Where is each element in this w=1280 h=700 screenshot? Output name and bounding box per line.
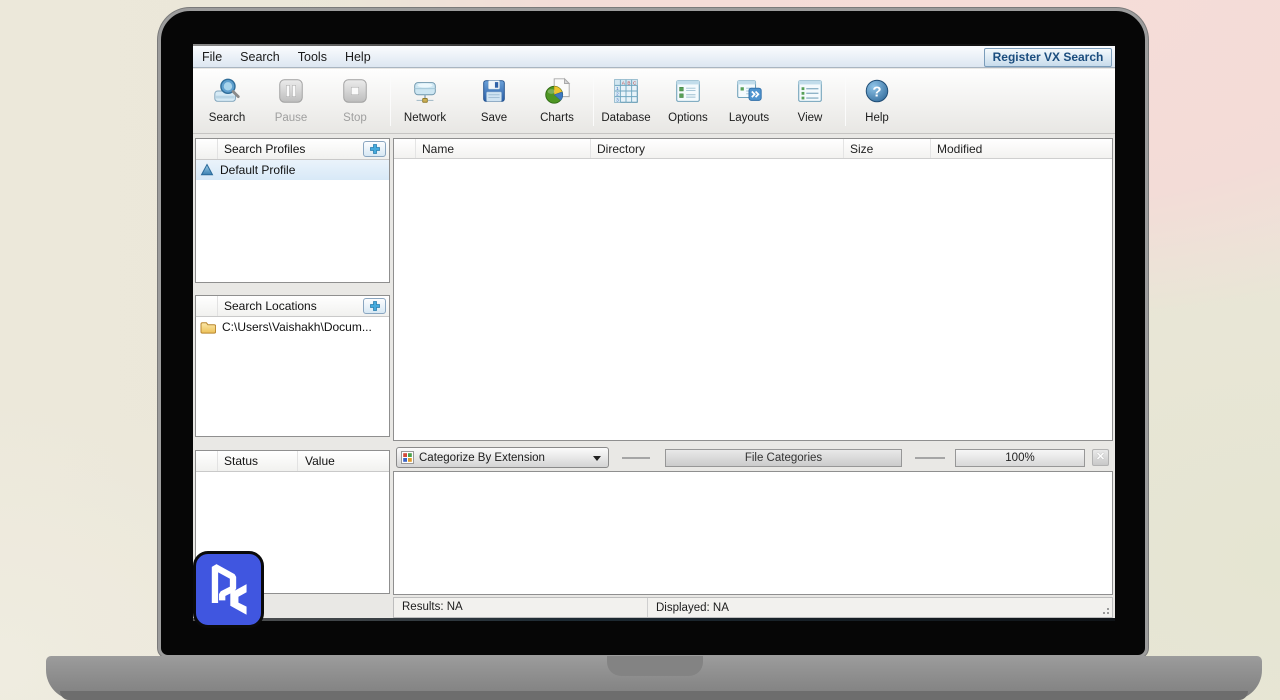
menu-search[interactable]: Search	[231, 47, 289, 67]
menu-bar: File Search Tools Help Register VX Searc…	[193, 46, 1115, 68]
toolbar-separator	[390, 76, 391, 126]
vx-search-window: File Search Tools Help Register VX Searc…	[193, 44, 1115, 621]
separator-dash	[915, 457, 945, 459]
search-profiles-panel: Search Profiles Default Profile	[195, 138, 390, 283]
search-icon	[214, 78, 240, 102]
header-gutter	[394, 139, 416, 158]
search-locations-title: Search Locations	[224, 299, 317, 313]
results-table: Name Directory Size Modified	[393, 138, 1113, 441]
zoom-level-button[interactable]: 100%	[955, 449, 1085, 467]
plus-icon	[369, 301, 380, 311]
toolbar-label-save: Save	[480, 112, 508, 124]
menu-tools[interactable]: Tools	[289, 47, 336, 67]
folder-icon	[200, 321, 216, 334]
status-panel-header: Status Value	[196, 451, 389, 472]
toolbar-label-database: Database	[601, 112, 651, 124]
toolbar-label-help: Help	[865, 112, 889, 124]
search-locations-header: Search Locations	[196, 296, 389, 317]
svg-text:3: 3	[616, 97, 619, 102]
add-location-button[interactable]	[363, 298, 386, 314]
charts-icon	[545, 77, 571, 104]
toolbar-button-help[interactable]: ? Help	[848, 72, 906, 130]
profile-item-default[interactable]: Default Profile	[196, 160, 389, 180]
categorize-dropdown-value: Categorize By Extension	[419, 451, 545, 464]
profile-item-label: Default Profile	[220, 163, 296, 177]
toolbar-label-options: Options	[668, 112, 708, 124]
search-profiles-header: Search Profiles	[196, 139, 389, 160]
register-button[interactable]: Register VX Search	[984, 48, 1112, 67]
window-bottom-border	[193, 618, 1115, 621]
resize-grip[interactable]	[1101, 606, 1110, 615]
save-icon	[483, 80, 505, 102]
toolbar-button-layouts[interactable]: Layouts	[720, 72, 778, 130]
svg-text:1: 1	[616, 86, 619, 91]
add-profile-button[interactable]	[363, 141, 386, 157]
scene: File Search Tools Help Register VX Searc…	[0, 0, 1280, 700]
laptop-base-notch	[607, 656, 703, 676]
chevron-down-icon	[593, 456, 601, 461]
results-count: Results: NA	[394, 598, 648, 617]
toolbar-separator	[593, 76, 594, 126]
toolbar-separator	[845, 76, 846, 126]
profile-icon	[200, 163, 214, 176]
database-icon: A B C 1 2 3	[614, 79, 638, 103]
svg-text:?: ?	[872, 84, 881, 101]
layouts-icon	[737, 80, 762, 101]
toolbar-button-pause[interactable]: Pause	[262, 72, 320, 130]
toolbar-button-options[interactable]: Options	[659, 72, 717, 130]
plus-icon	[369, 144, 380, 154]
svg-text:B: B	[627, 80, 630, 85]
toolbar-button-database[interactable]: A B C 1 2 3 Database	[597, 72, 655, 130]
toolbar-button-stop[interactable]: Stop	[326, 72, 384, 130]
toolbar-label-pause: Pause	[274, 112, 308, 124]
toolbar-label-view: View	[797, 112, 823, 124]
search-profiles-title: Search Profiles	[224, 142, 306, 156]
status-bar: Results: NA Displayed: NA	[393, 597, 1113, 618]
header-gutter	[196, 296, 218, 316]
toolbar-button-view[interactable]: View	[781, 72, 839, 130]
categorize-dropdown[interactable]: Categorize By Extension	[396, 447, 609, 468]
pc-watermark-logo	[193, 551, 264, 628]
status-column-header: Status	[218, 451, 298, 471]
pause-icon	[279, 79, 303, 103]
displayed-count: Displayed: NA	[656, 601, 729, 614]
toolbar: Search Pause Stop Network Save Charts A …	[193, 69, 1115, 134]
toolbar-button-charts[interactable]: Charts	[528, 72, 586, 130]
pc-logo-glyph	[211, 564, 247, 615]
file-categories-button[interactable]: File Categories	[665, 449, 902, 467]
menu-file[interactable]: File	[193, 47, 231, 67]
toolbar-button-save[interactable]: Save	[465, 72, 523, 130]
toolbar-label-charts: Charts	[540, 112, 574, 124]
toolbar-label-network: Network	[403, 112, 447, 124]
location-item-label: C:\Users\Vaishakh\Docum...	[222, 320, 372, 334]
location-item[interactable]: C:\Users\Vaishakh\Docum...	[196, 317, 389, 337]
laptop-base	[46, 656, 1262, 700]
results-table-header: Name Directory Size Modified	[394, 139, 1112, 159]
search-locations-panel: Search Locations C:\Users\Vaishakh\Docum…	[195, 295, 390, 437]
toolbar-button-search[interactable]: Search	[198, 72, 256, 130]
header-gutter	[196, 451, 218, 471]
value-column-header: Value	[305, 454, 335, 468]
column-header-size[interactable]: Size	[844, 139, 931, 158]
column-header-name[interactable]: Name	[416, 139, 591, 158]
stop-icon	[343, 79, 367, 103]
toolbar-button-network[interactable]: Network	[396, 72, 454, 130]
view-icon	[798, 80, 822, 102]
close-icon[interactable]: ✕	[1092, 449, 1109, 466]
toolbar-label-stop: Stop	[343, 112, 367, 124]
help-icon: ?	[865, 79, 889, 103]
file-categories-chart-area	[393, 471, 1113, 595]
toolbar-label-layouts: Layouts	[728, 112, 770, 124]
network-icon	[414, 82, 436, 103]
separator-dash	[622, 457, 650, 459]
categories-grid-icon	[401, 451, 414, 464]
toolbar-label-search: Search	[208, 112, 246, 124]
options-icon	[676, 80, 700, 102]
menu-help[interactable]: Help	[336, 47, 380, 67]
column-header-directory[interactable]: Directory	[591, 139, 844, 158]
header-gutter	[196, 139, 218, 159]
svg-text:2: 2	[616, 92, 619, 97]
column-header-modified[interactable]: Modified	[931, 139, 1112, 158]
